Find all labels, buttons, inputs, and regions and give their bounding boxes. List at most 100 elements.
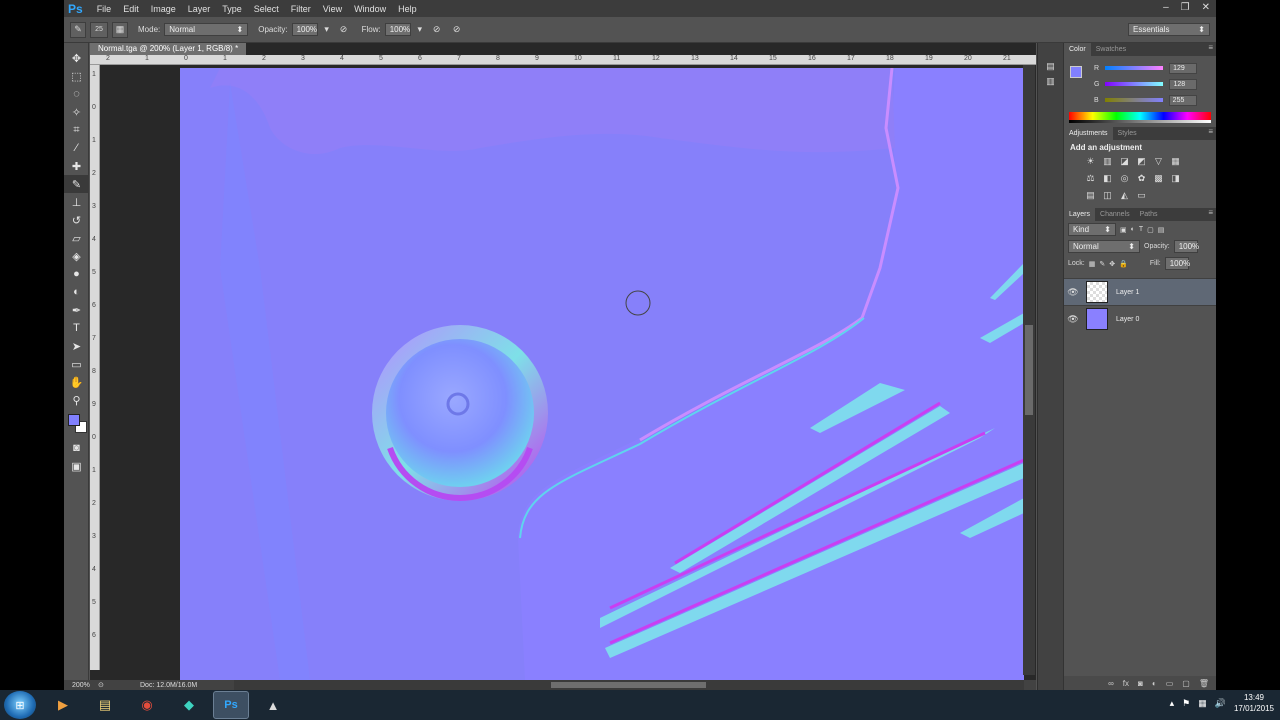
eye-icon[interactable]: 👁 [1064, 314, 1082, 325]
menu-select[interactable]: Select [248, 4, 285, 14]
type-filter-icon[interactable]: T [1139, 226, 1143, 233]
shape-filter-icon[interactable]: ▢ [1147, 226, 1154, 234]
layer-row[interactable]: 👁 Layer 0 [1064, 305, 1216, 332]
smart-filter-icon[interactable]: ▤ [1158, 226, 1165, 234]
threshold-icon[interactable]: ◫ [1101, 189, 1114, 202]
b-value[interactable]: 255 [1168, 94, 1197, 106]
move-tool-icon[interactable]: ✥ [64, 49, 89, 67]
link-icon[interactable]: ∞ [1108, 679, 1114, 688]
color-spectrum[interactable] [1069, 112, 1211, 123]
eyedropper-tool-icon[interactable]: ⁄ [64, 139, 89, 157]
g-slider[interactable] [1105, 82, 1164, 86]
marquee-tool-icon[interactable]: ⬚ [64, 67, 89, 85]
scrollbar-thumb[interactable] [551, 682, 706, 688]
restore-button[interactable]: ❐ [1181, 0, 1190, 16]
tab-adjustments[interactable]: Adjustments [1064, 127, 1113, 140]
foreground-color-swatch[interactable] [68, 414, 80, 426]
lock-pixels-icon[interactable]: ✎ [1099, 260, 1105, 268]
fg-color-chip[interactable] [1070, 66, 1082, 78]
dodge-tool-icon[interactable]: ◐ [64, 283, 89, 301]
volume-icon[interactable]: 🔊 [1215, 698, 1226, 709]
paint-bucket-tool-icon[interactable]: ◈ [64, 247, 89, 265]
photo-filter-icon[interactable]: ◎ [1118, 172, 1131, 185]
color-lookup-icon[interactable]: ▩ [1152, 172, 1165, 185]
close-button[interactable]: ✕ [1202, 0, 1210, 16]
black-white-icon[interactable]: ◧ [1101, 172, 1114, 185]
workspace-select[interactable]: Essentials ⬍ [1128, 23, 1210, 36]
selective-color-icon[interactable]: ◭ [1118, 189, 1131, 202]
brush-size-picker[interactable]: 25 [90, 21, 108, 38]
brightness-icon[interactable]: ☀ [1084, 155, 1097, 168]
zoom-level[interactable]: 200% [64, 682, 98, 689]
tab-channels[interactable]: Channels [1095, 208, 1135, 221]
exposure-icon[interactable]: ◩ [1135, 155, 1148, 168]
clock[interactable]: 13:49 17/01/2015 [1234, 692, 1274, 714]
menu-file[interactable]: File [91, 4, 118, 14]
tab-paths[interactable]: Paths [1135, 208, 1163, 221]
menu-layer[interactable]: Layer [182, 4, 217, 14]
trash-icon[interactable]: 🗑 [1199, 679, 1209, 688]
menu-filter[interactable]: Filter [285, 4, 317, 14]
explorer-icon[interactable]: ▤ [87, 691, 123, 719]
rectangle-tool-icon[interactable]: ▭ [64, 355, 89, 373]
brush-tool-icon[interactable]: ✎ [64, 175, 89, 193]
lock-all-icon[interactable]: 🔒 [1119, 260, 1128, 268]
flow-dropdown-icon[interactable]: ▾ [415, 22, 425, 38]
horizontal-scrollbar[interactable] [234, 680, 1024, 690]
minimize-button[interactable]: – [1163, 0, 1169, 16]
color-balance-icon[interactable]: ⚖ [1084, 172, 1097, 185]
3d-app-icon[interactable]: ◆ [171, 691, 207, 719]
quick-mask-icon[interactable]: ◙ [64, 439, 89, 457]
curves-icon[interactable]: ◪ [1118, 155, 1131, 168]
vibrance-icon[interactable]: ▽ [1152, 155, 1165, 168]
tab-styles[interactable]: Styles [1113, 127, 1142, 140]
invert-icon[interactable]: ◨ [1169, 172, 1182, 185]
adjustment-layer-icon[interactable]: ◐ [1152, 679, 1157, 688]
hue-saturation-icon[interactable]: ▦ [1169, 155, 1182, 168]
magic-wand-tool-icon[interactable]: ✧ [64, 103, 89, 121]
menu-image[interactable]: Image [145, 4, 182, 14]
properties-panel-icon[interactable]: ▥ [1038, 76, 1063, 87]
screen-mode-icon[interactable]: ▣ [64, 457, 89, 475]
opacity-field[interactable]: 100% [291, 23, 318, 36]
mask-icon[interactable]: ◙ [1138, 679, 1143, 688]
menu-edit[interactable]: Edit [117, 4, 145, 14]
start-button[interactable]: ⊞ [4, 691, 36, 719]
pressure-size-icon[interactable]: ⊘ [449, 22, 465, 38]
mode-select[interactable]: Normal ⬍ [164, 23, 249, 36]
menu-type[interactable]: Type [216, 4, 248, 14]
kind-filter-select[interactable]: Kind ⬍ [1068, 223, 1116, 236]
media-player-icon[interactable]: ▶ [45, 691, 81, 719]
new-layer-icon[interactable]: ▢ [1182, 679, 1190, 688]
app-taskbar-icon[interactable]: ▲ [255, 691, 291, 719]
hand-tool-icon[interactable]: ✋ [64, 373, 89, 391]
flow-field[interactable]: 100% [384, 23, 411, 36]
gradient-map-icon[interactable]: ▭ [1135, 189, 1148, 202]
eye-icon[interactable]: 👁 [1064, 287, 1082, 298]
lock-position-icon[interactable]: ✥ [1109, 260, 1115, 268]
brush-tool-preset-icon[interactable]: ✎ [70, 21, 86, 38]
clone-stamp-tool-icon[interactable]: ⊥ [64, 193, 89, 211]
pen-tool-icon[interactable]: ✒ [64, 301, 89, 319]
tray-chevron-icon[interactable]: ▴ [1170, 698, 1175, 709]
levels-icon[interactable]: ▥ [1101, 155, 1114, 168]
export-icon[interactable]: ⊙ [98, 681, 110, 689]
type-tool-icon[interactable]: T [64, 319, 89, 337]
folder-icon[interactable]: ▭ [1166, 679, 1174, 688]
lock-transparent-icon[interactable]: ▦ [1089, 260, 1096, 268]
network-icon[interactable]: ▦ [1198, 698, 1207, 709]
history-panel-icon[interactable]: ▤ [1038, 61, 1063, 72]
eraser-tool-icon[interactable]: ▱ [64, 229, 89, 247]
photoshop-taskbar-icon[interactable]: Ps [213, 691, 249, 719]
pressure-opacity-icon[interactable]: ⊘ [336, 22, 352, 38]
channel-mixer-icon[interactable]: ✿ [1135, 172, 1148, 185]
menu-help[interactable]: Help [392, 4, 423, 14]
posterize-icon[interactable]: ▤ [1084, 189, 1097, 202]
flag-icon[interactable]: ⚑ [1182, 698, 1190, 709]
pixel-filter-icon[interactable]: ▣ [1120, 226, 1127, 234]
chrome-icon[interactable]: ◉ [129, 691, 165, 719]
vertical-scrollbar[interactable] [1023, 65, 1035, 675]
g-value[interactable]: 128 [1169, 78, 1198, 90]
blur-tool-icon[interactable]: ● [64, 265, 89, 283]
scrollbar-thumb[interactable] [1025, 325, 1033, 415]
